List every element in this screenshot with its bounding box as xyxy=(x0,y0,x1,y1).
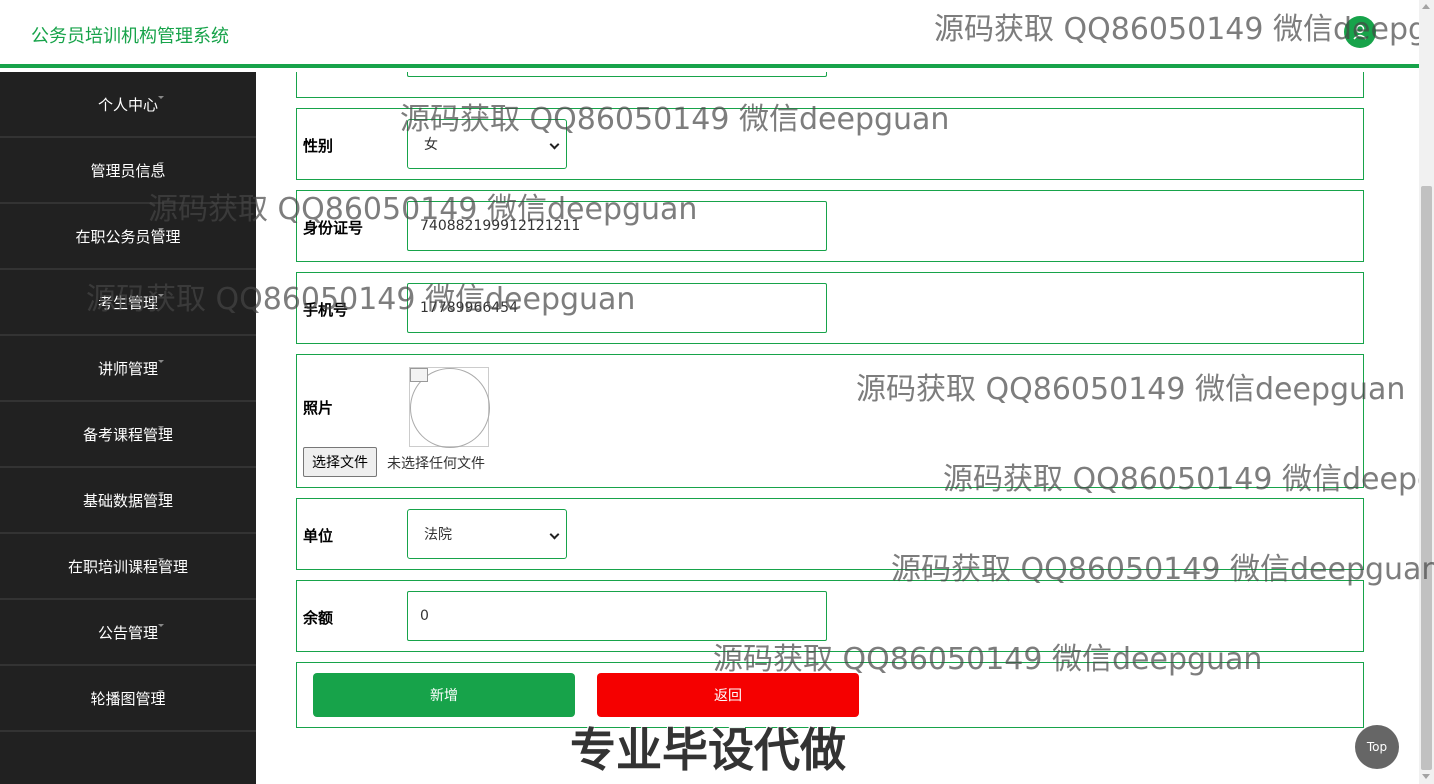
sidebar-item-label: 管理员信息 xyxy=(90,161,166,180)
sidebar-item-label: 讲师管理 xyxy=(97,359,158,378)
form-row-balance: 余额 0 xyxy=(296,580,1364,652)
user-avatar-icon[interactable] xyxy=(1344,16,1376,48)
scroll-up-arrow-icon[interactable] xyxy=(1422,4,1430,9)
form-row-phone: 手机号 17789966454 xyxy=(296,272,1364,344)
sidebar-item-base-data[interactable]: 基础数据管理 xyxy=(0,468,256,534)
unit-select[interactable]: 法院 xyxy=(407,509,567,559)
file-status-text: 未选择任何文件 xyxy=(387,456,485,472)
sidebar-item-exam-course[interactable]: 备考课程管理 xyxy=(0,402,256,468)
gender-select[interactable]: 女 xyxy=(407,119,567,169)
caret-down-icon xyxy=(158,96,164,99)
sidebar-item-civil-servant[interactable]: 在职公务员管理 xyxy=(0,204,256,270)
chevron-down-icon xyxy=(549,139,560,150)
caret-down-icon xyxy=(158,426,164,429)
sidebar-item-label: 公告管理 xyxy=(97,623,158,642)
sidebar-item-lecturer[interactable]: 讲师管理 xyxy=(0,336,256,402)
form-row-photo: 照片 选择文件 未选择任何文件 xyxy=(296,354,1364,488)
caret-down-icon xyxy=(158,162,164,165)
caret-down-icon xyxy=(158,624,164,627)
id-number-label: 身份证号 xyxy=(303,219,364,237)
balance-label: 余额 xyxy=(303,609,334,627)
caret-down-icon xyxy=(158,228,164,231)
sidebar-item-admin-info[interactable]: 管理员信息 xyxy=(0,138,256,204)
broken-image-icon xyxy=(410,368,428,382)
caret-down-icon xyxy=(158,558,164,561)
sidebar-item-examinee[interactable]: 考生管理 xyxy=(0,270,256,336)
unit-value: 法院 xyxy=(424,527,452,543)
phone-label: 手机号 xyxy=(303,301,349,319)
form-row-unit: 单位 法院 xyxy=(296,498,1364,570)
caret-down-icon xyxy=(158,360,164,363)
form-row-gender: 性别 女 xyxy=(296,108,1364,180)
sidebar-item-label: 个人中心 xyxy=(97,95,158,114)
back-button[interactable]: 返回 xyxy=(597,673,859,717)
photo-label: 照片 xyxy=(303,399,334,417)
sidebar-item-label: 在职培训课程管理 xyxy=(67,557,188,576)
id-number-input[interactable]: 740882199912121211 xyxy=(407,201,827,251)
gender-value: 女 xyxy=(424,137,438,153)
partial-input[interactable] xyxy=(407,72,827,77)
chevron-down-icon xyxy=(549,529,560,540)
unit-label: 单位 xyxy=(303,527,334,545)
vertical-scrollbar[interactable] xyxy=(1419,0,1434,784)
scroll-down-arrow-icon[interactable] xyxy=(1422,774,1430,779)
caret-down-icon xyxy=(158,492,164,495)
form-row-partial xyxy=(296,72,1364,98)
sidebar-item-personal-center[interactable]: 个人中心 xyxy=(0,72,256,138)
sidebar-item-label: 轮播图管理 xyxy=(90,689,166,708)
app-title: 公务员培训机构管理系统 xyxy=(31,26,229,47)
sidebar-item-label: 在职公务员管理 xyxy=(75,227,181,246)
top-header: 公务员培训机构管理系统 xyxy=(0,0,1419,68)
form-row-id-number: 身份证号 740882199912121211 xyxy=(296,190,1364,262)
sidebar-item-carousel[interactable]: 轮播图管理 xyxy=(0,666,256,732)
sidebar-item-announcement[interactable]: 公告管理 xyxy=(0,600,256,666)
user-icon xyxy=(1353,24,1367,40)
add-button[interactable]: 新增 xyxy=(313,673,575,717)
sidebar: 个人中心 管理员信息 在职公务员管理 考生管理 讲师管理 备考课程管理 基础数据… xyxy=(0,72,256,784)
promo-watermark: 专业毕设代做 xyxy=(570,723,846,777)
photo-preview xyxy=(409,367,490,448)
main-content: 性别 女 身份证号 740882199912121211 手机号 1778996… xyxy=(256,72,1419,784)
sidebar-item-training-course[interactable]: 在职培训课程管理 xyxy=(0,534,256,600)
sidebar-item-label: 考生管理 xyxy=(97,293,158,312)
caret-down-icon xyxy=(158,690,164,693)
gender-label: 性别 xyxy=(303,137,334,155)
scroll-thumb[interactable] xyxy=(1421,186,1432,770)
balance-input[interactable]: 0 xyxy=(407,591,827,641)
caret-down-icon xyxy=(158,294,164,297)
back-to-top-button[interactable]: Top xyxy=(1355,725,1399,769)
choose-file-button[interactable]: 选择文件 xyxy=(303,447,377,477)
phone-input[interactable]: 17789966454 xyxy=(407,283,827,333)
